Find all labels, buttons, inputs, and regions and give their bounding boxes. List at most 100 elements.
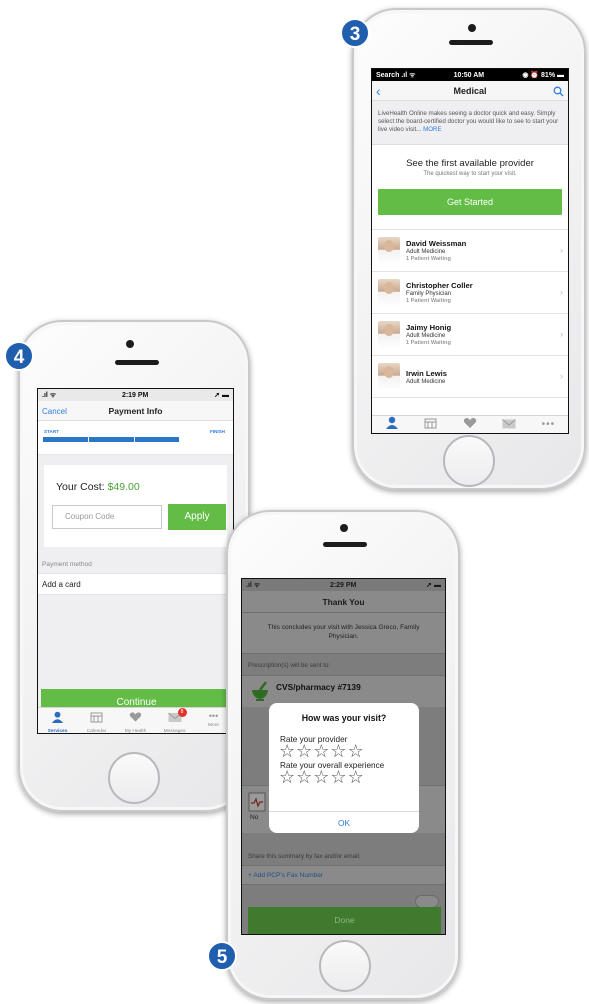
- provider-specialty: Adult Medicine: [406, 333, 446, 339]
- tab-services[interactable]: Services: [39, 710, 77, 734]
- status-bar: .ıl ᯤ 2:29 PM ➚ ▬: [242, 579, 445, 591]
- progress-segment: [88, 437, 134, 442]
- progress-segment: [43, 437, 88, 442]
- speaker-grille: [115, 360, 159, 365]
- tab-label: Services: [47, 729, 68, 734]
- step-badge-5: 5: [207, 941, 237, 971]
- star-icon[interactable]: ☆: [279, 743, 295, 761]
- tab-calendar[interactable]: Calendar: [78, 710, 116, 734]
- experience-stars: ☆ ☆ ☆ ☆ ☆: [269, 769, 419, 787]
- avatar: [378, 236, 400, 265]
- your-cost-line: Your Cost: $49.00: [56, 481, 140, 493]
- provider-list: David Weissman Adult Medicine 1 Patient …: [372, 229, 568, 398]
- status-bar: Search .ıl ᯤ 10:50 AM ◉ ⏰ 81% ▬: [372, 69, 568, 81]
- page-title: Medical: [453, 85, 487, 96]
- dialog-title: How was your visit?: [301, 713, 387, 723]
- heart-icon[interactable]: [463, 416, 477, 434]
- search-icon[interactable]: [553, 84, 564, 102]
- provider-waiting: 1 Patient Waiting: [406, 256, 451, 262]
- front-camera: [468, 24, 476, 32]
- add-card-row[interactable]: Add a card: [38, 573, 233, 595]
- partial-text: No: [250, 814, 259, 821]
- mail-icon[interactable]: [502, 416, 517, 434]
- provider-name: Jaimy Honig: [406, 323, 452, 332]
- front-camera: [126, 340, 134, 348]
- star-icon[interactable]: ☆: [313, 769, 329, 787]
- star-icon[interactable]: ☆: [348, 743, 364, 761]
- step-badge-4: 4: [4, 341, 34, 371]
- pharmacy-name: CVS/pharmacy #7139: [276, 682, 361, 692]
- chevron-right-icon: ›: [560, 287, 563, 297]
- cost-label: Your Cost:: [56, 481, 105, 493]
- conclusion-text: This concludes your visit with Jessica G…: [242, 613, 445, 654]
- done-button[interactable]: Done: [248, 907, 441, 934]
- services-person-icon[interactable]: [385, 416, 399, 434]
- provider-name: Irwin Lewis: [406, 368, 447, 378]
- provider-row[interactable]: David Weissman Adult Medicine 1 Patient …: [372, 230, 568, 272]
- tab-label: Messages: [163, 729, 186, 734]
- star-icon[interactable]: ☆: [330, 743, 346, 761]
- home-button: [319, 940, 371, 992]
- home-button: [443, 435, 495, 487]
- provider-row[interactable]: Irwin Lewis Adult Medicine ›: [372, 356, 568, 398]
- star-icon[interactable]: ☆: [313, 743, 329, 761]
- star-icon[interactable]: ☆: [296, 769, 312, 787]
- star-icon[interactable]: ☆: [348, 769, 364, 787]
- status-bar: .ıl ᯤ 2:19 PM ➚ ▬: [38, 389, 233, 401]
- progress-bar: [43, 437, 225, 442]
- first-provider-section: See the first available provider The qui…: [372, 145, 568, 177]
- cost-card: Your Cost: $49.00 Coupon Code Apply: [44, 465, 227, 547]
- star-icon[interactable]: ☆: [330, 769, 346, 787]
- speaker-grille: [449, 40, 493, 45]
- more-link[interactable]: MORE: [423, 126, 442, 133]
- unread-badge: 8: [177, 708, 187, 717]
- mortar-pestle-icon: [250, 680, 270, 707]
- tab-label: Calendar: [86, 729, 107, 734]
- avatar: [378, 362, 400, 391]
- apply-button[interactable]: Apply: [168, 504, 226, 530]
- get-started-button[interactable]: Get Started: [378, 189, 562, 215]
- calendar-icon[interactable]: [424, 416, 437, 434]
- provider-specialty: Adult Medicine: [406, 249, 446, 255]
- progress-start-label: START: [44, 429, 59, 434]
- prescription-header: Prescription(s) will be sent to:: [248, 662, 331, 669]
- payment-method-header: Payment method: [42, 561, 92, 568]
- more-dots-icon[interactable]: •••: [542, 419, 556, 430]
- provider-specialty: Adult Medicine: [406, 378, 446, 385]
- progress-finish-label: FINISH: [209, 429, 225, 434]
- intro-text: LiveHealth Online makes seeing a doctor …: [372, 101, 568, 145]
- avatar: [378, 278, 400, 307]
- provider-specialty: Family Physician: [406, 291, 452, 297]
- cancel-button[interactable]: Cancel: [42, 407, 67, 416]
- provider-row[interactable]: Christopher Coller Family Physician 1 Pa…: [372, 272, 568, 314]
- person-icon: [51, 711, 64, 723]
- coupon-code-input[interactable]: Coupon Code: [52, 505, 162, 529]
- battery-icon: ➚ ▬: [214, 392, 229, 399]
- heart-icon: [129, 712, 142, 722]
- provider-stars: ☆ ☆ ☆ ☆ ☆: [269, 743, 419, 761]
- star-icon[interactable]: ☆: [279, 769, 295, 787]
- provider-name: David Weissman: [406, 239, 467, 248]
- signal-icon: .ıl ᯤ: [42, 391, 57, 399]
- calendar-icon: [90, 712, 103, 723]
- star-icon[interactable]: ☆: [296, 743, 312, 761]
- status-right: ◉ ⏰ 81% ▬: [522, 72, 564, 79]
- first-provider-heading: See the first available provider: [406, 158, 534, 169]
- avatar: [378, 320, 400, 349]
- progress-segment: [134, 437, 180, 442]
- tab-my-health[interactable]: My Health: [117, 710, 155, 733]
- back-chevron-icon[interactable]: ‹: [376, 83, 381, 99]
- chevron-right-icon: ›: [560, 329, 563, 339]
- nav-bar: Cancel Payment Info: [38, 401, 233, 421]
- step-badge-3: 3: [340, 18, 370, 48]
- status-time: 10:50 AM: [453, 71, 485, 79]
- add-fax-link[interactable]: + Add PCP's Fax Number: [242, 865, 445, 885]
- nav-bar: Thank You: [242, 591, 445, 613]
- chevron-right-icon: ›: [560, 371, 563, 381]
- tab-messages[interactable]: 8 Messages: [156, 708, 194, 734]
- phone-payment: .ıl ᯤ 2:19 PM ➚ ▬ Cancel Payment Info ST…: [18, 320, 250, 812]
- ok-button[interactable]: OK: [269, 811, 419, 833]
- provider-row[interactable]: Jaimy Honig Adult Medicine 1 Patient Wai…: [372, 314, 568, 356]
- provider-waiting: 1 Patient Waiting: [406, 340, 451, 346]
- home-button: [108, 752, 160, 804]
